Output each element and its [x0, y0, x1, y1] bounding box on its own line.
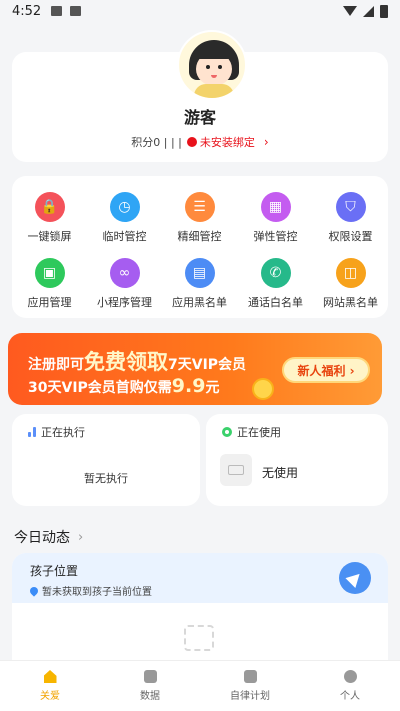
- menu-item-label: 一键锁屏: [27, 230, 72, 243]
- bars-icon: [28, 427, 36, 437]
- executing-empty-text: 暂无执行: [84, 472, 128, 485]
- menu-item-label: 小程序管理: [97, 296, 152, 309]
- chevron-right-icon: ›: [263, 135, 269, 149]
- app-notification-icon: [70, 6, 82, 16]
- menu-item-label: 精细管控: [177, 230, 222, 243]
- menu-item-label: 弹性管控: [253, 230, 298, 243]
- tab-plan[interactable]: 自律计划: [200, 661, 300, 711]
- menu-item-label: 应用管理: [27, 296, 72, 309]
- tab-home[interactable]: 关爱: [0, 661, 100, 711]
- menu-item-grid[interactable]: ▤ 应用黑名单: [162, 258, 237, 310]
- battery-icon: [380, 4, 388, 18]
- menu-item-calendar[interactable]: ▦ 弹性管控: [238, 192, 313, 244]
- location-title: 孩子位置: [30, 564, 79, 578]
- phone-icon: ✆: [260, 258, 291, 288]
- menu-item-web[interactable]: ◫ 网站黑名单: [313, 258, 388, 310]
- executing-title: 正在执行: [41, 426, 85, 439]
- tab-label: 个人: [340, 691, 360, 702]
- web-icon: ◫: [335, 258, 366, 288]
- status-time: 4:52: [12, 3, 42, 19]
- plan-icon: [243, 670, 257, 683]
- lock-icon: 🔒: [34, 192, 65, 222]
- control-menu: 🔒 一键锁屏 ◷ 临时管控 ☰ 精细管控 ▦ 弹性管控 ⛉ 权限设置 ▣ 应用管理 ∞ 小程序管理 ▤ 应用黑…: [12, 176, 388, 318]
- bind-status-row[interactable]: 积分0 | | | 未安装绑定 ›: [12, 134, 388, 150]
- bind-status-text: 未安装绑定: [199, 136, 255, 149]
- bottom-tab-bar: 关爱 数据 自律计划 个人: [0, 660, 400, 711]
- today-header[interactable]: 今日动态 ›: [14, 527, 83, 547]
- grid-icon: ▤: [184, 258, 215, 288]
- menu-item-label: 网站黑名单: [323, 296, 378, 309]
- person-icon: [343, 670, 357, 683]
- home-icon: [43, 670, 57, 683]
- navigation-arrow-icon: [345, 568, 365, 588]
- tab-label: 自律计划: [230, 691, 270, 702]
- status-bar: 4:52: [0, 0, 400, 22]
- promo-banner[interactable]: 注册即可免费领取7天VIP会员 30天VIP会员首购仅需9.9元 新人福利 ›: [8, 333, 382, 405]
- tab-chart[interactable]: 数据: [100, 661, 200, 711]
- status-dot-icon: [186, 137, 197, 147]
- empty-box-icon: [184, 625, 214, 651]
- navigate-button[interactable]: [339, 562, 371, 594]
- menu-item-link[interactable]: ∞ 小程序管理: [87, 258, 162, 310]
- avatar[interactable]: [177, 30, 247, 100]
- apps-icon: ▣: [34, 258, 65, 288]
- menu-item-label: 通话白名单: [248, 296, 303, 309]
- new-user-benefit-button[interactable]: 新人福利 ›: [282, 357, 370, 383]
- child-location-card[interactable]: 孩子位置 暂未获取到孩子当前位置: [12, 553, 388, 663]
- menu-item-shield[interactable]: ⛉ 权限设置: [313, 192, 388, 244]
- signal-icon: [363, 5, 374, 17]
- menu-item-timer[interactable]: ◷ 临时管控: [87, 192, 162, 244]
- gallery-notification-icon: [51, 6, 63, 16]
- tab-label: 数据: [140, 691, 160, 702]
- banner-line-2: 30天VIP会员首购仅需9.9元: [28, 375, 220, 397]
- in-use-title: 正在使用: [237, 426, 281, 439]
- today-title: 今日动态: [14, 530, 70, 546]
- menu-item-label: 权限设置: [328, 230, 373, 243]
- link-icon: ∞: [109, 258, 140, 288]
- menu-item-label: 应用黑名单: [172, 296, 227, 309]
- tray-icon: [220, 454, 252, 486]
- location-status: 暂未获取到孩子当前位置: [28, 583, 152, 598]
- menu-item-lock[interactable]: 🔒 一键锁屏: [12, 192, 87, 244]
- shield-icon: ⛉: [335, 192, 366, 222]
- map-pin-icon: [28, 584, 40, 597]
- in-use-value: 无使用: [262, 466, 299, 480]
- sliders-icon: ☰: [184, 192, 215, 222]
- coin-icon: [252, 378, 274, 400]
- profile-card[interactable]: 游客 积分0 | | | 未安装绑定 ›: [12, 30, 388, 162]
- executing-card[interactable]: 正在执行 暂无执行: [12, 414, 200, 506]
- nickname: 游客: [183, 108, 216, 127]
- menu-item-label: 临时管控: [102, 230, 147, 243]
- in-use-card[interactable]: 正在使用 无使用: [206, 414, 388, 506]
- active-ring-icon: [222, 427, 232, 437]
- chevron-right-icon: ›: [78, 529, 84, 545]
- menu-item-sliders[interactable]: ☰ 精细管控: [162, 192, 237, 244]
- wifi-icon: [343, 6, 357, 16]
- score-text: 积分0 | | |: [131, 136, 182, 149]
- timer-icon: ◷: [109, 192, 140, 222]
- tab-person[interactable]: 个人: [300, 661, 400, 711]
- menu-item-apps[interactable]: ▣ 应用管理: [12, 258, 87, 310]
- menu-item-phone[interactable]: ✆ 通话白名单: [238, 258, 313, 310]
- tab-label: 关爱: [40, 691, 60, 702]
- banner-line-1: 注册即可免费领取7天VIP会员: [28, 350, 247, 374]
- calendar-icon: ▦: [260, 192, 291, 222]
- chart-icon: [143, 670, 157, 683]
